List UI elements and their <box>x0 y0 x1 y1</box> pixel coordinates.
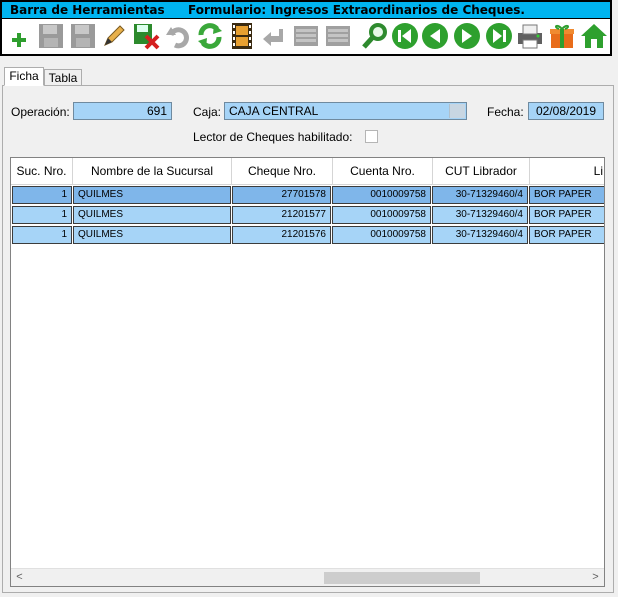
save-button[interactable] <box>36 21 66 51</box>
cell-cuenta[interactable]: 0010009758 <box>332 206 431 224</box>
cell-cut[interactable]: 30-71329460/4 <box>432 206 528 224</box>
back-arrow-icon <box>263 29 283 46</box>
cell-cut[interactable]: 30-71329460/4 <box>432 226 528 244</box>
home-button[interactable] <box>579 21 609 51</box>
tab-tabla[interactable]: Tabla <box>44 69 82 86</box>
caja-select[interactable]: CAJA CENTRAL <box>224 102 467 120</box>
grid-icon <box>294 26 318 46</box>
column-header-cuenta[interactable]: Cuenta Nro. <box>333 158 433 185</box>
next-record-icon <box>454 23 480 49</box>
print-icon <box>518 24 542 49</box>
operacion-label: Operación: <box>11 105 70 119</box>
save-as-button[interactable] <box>68 21 98 51</box>
cell-sucursal[interactable]: QUILMES <box>73 186 231 204</box>
app-title: Barra de Herramientas <box>10 3 165 17</box>
cell-suc[interactable]: 1 <box>12 226 72 244</box>
first-record-icon <box>392 23 418 49</box>
fecha-label: Fecha: <box>487 105 524 119</box>
film-button[interactable] <box>227 21 257 51</box>
cell-librador[interactable]: BOR PAPER <box>529 226 604 244</box>
title-bar: Barra de Herramientas Formulario: Ingres… <box>0 0 612 18</box>
search-icon <box>362 23 387 49</box>
lector-label: Lector de Cheques habilitado: <box>193 130 353 144</box>
film-icon <box>232 23 252 49</box>
previous-record-button[interactable] <box>420 21 450 51</box>
scroll-right-icon[interactable]: > <box>587 569 604 586</box>
column-header-cheque[interactable]: Cheque Nro. <box>232 158 333 185</box>
column-header-librador[interactable]: Li <box>530 158 604 185</box>
save-icon <box>39 24 63 48</box>
delete-save-button[interactable] <box>131 21 161 51</box>
undo-button[interactable] <box>163 21 193 51</box>
gift-button[interactable] <box>547 21 577 51</box>
cell-librador[interactable]: BOR PAPER <box>529 206 604 224</box>
search-button[interactable] <box>360 21 390 51</box>
print-button[interactable] <box>515 21 545 51</box>
toolbar <box>0 18 612 56</box>
refresh-icon <box>198 23 222 49</box>
cell-librador[interactable]: BOR PAPER <box>529 186 604 204</box>
edit-button[interactable] <box>99 21 129 51</box>
cell-sucursal[interactable]: QUILMES <box>73 206 231 224</box>
caja-dropdown-icon[interactable] <box>449 104 465 118</box>
horizontal-scrollbar[interactable]: < > <box>11 568 604 586</box>
caja-value: CAJA CENTRAL <box>229 104 319 118</box>
last-record-button[interactable] <box>484 21 514 51</box>
home-icon <box>581 24 607 48</box>
save-as-icon <box>71 24 95 48</box>
cell-sucursal[interactable]: QUILMES <box>73 226 231 244</box>
back-button[interactable] <box>259 21 289 51</box>
edit-icon <box>104 25 125 46</box>
cell-cuenta[interactable]: 0010009758 <box>332 226 431 244</box>
tab-ficha[interactable]: Ficha <box>4 67 44 86</box>
last-record-icon <box>486 23 512 49</box>
cell-cheque[interactable]: 27701578 <box>232 186 331 204</box>
caja-label: Caja: <box>193 105 222 119</box>
operacion-field[interactable]: 691 <box>73 102 172 120</box>
undo-icon <box>166 27 189 49</box>
first-record-button[interactable] <box>390 21 420 51</box>
column-header-sucursal[interactable]: Nombre de la Sucursal <box>73 158 232 185</box>
next-record-button[interactable] <box>452 21 482 51</box>
form-title: Formulario: Ingresos Extraordinarios de … <box>188 3 525 17</box>
grid-alt-icon <box>326 26 350 46</box>
fecha-field[interactable]: 02/08/2019 <box>528 102 604 120</box>
cell-suc[interactable]: 1 <box>12 186 72 204</box>
cell-suc[interactable]: 1 <box>12 206 72 224</box>
grid-alt-button[interactable] <box>323 21 353 51</box>
delete-save-icon <box>134 24 160 50</box>
cell-cuenta[interactable]: 0010009758 <box>332 186 431 204</box>
cheques-grid: Suc. Nro. Nombre de la Sucursal Cheque N… <box>10 157 605 587</box>
lector-checkbox[interactable] <box>365 130 378 143</box>
column-header-cut[interactable]: CUT Librador <box>433 158 530 185</box>
cell-cheque[interactable]: 21201577 <box>232 206 331 224</box>
previous-record-icon <box>422 23 448 49</box>
column-header-suc[interactable]: Suc. Nro. <box>11 158 73 185</box>
scroll-left-icon[interactable]: < <box>11 569 28 586</box>
scrollbar-thumb[interactable] <box>324 572 480 584</box>
gift-icon <box>550 24 574 48</box>
add-icon <box>12 33 26 47</box>
add-button[interactable] <box>4 21 34 51</box>
grid-button[interactable] <box>291 21 321 51</box>
cell-cheque[interactable]: 21201576 <box>232 226 331 244</box>
cell-cut[interactable]: 30-71329460/4 <box>432 186 528 204</box>
refresh-button[interactable] <box>195 21 225 51</box>
